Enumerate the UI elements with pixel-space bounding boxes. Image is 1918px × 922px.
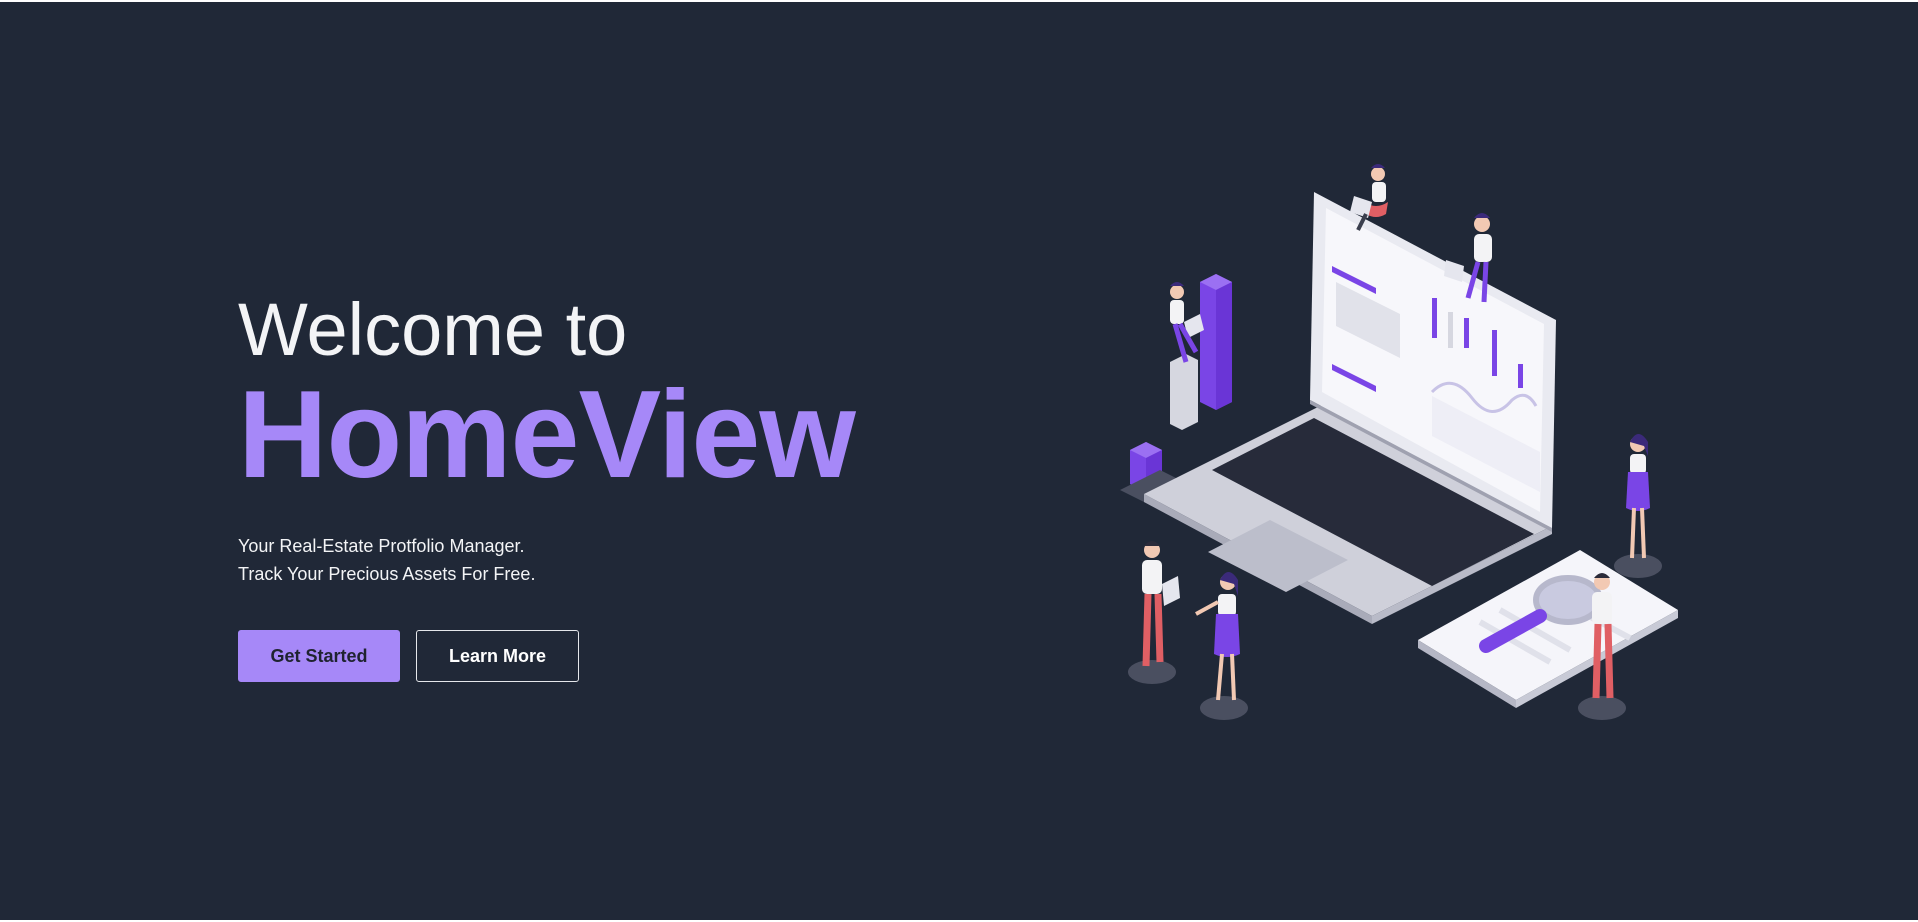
- learn-more-button[interactable]: Learn More: [416, 630, 579, 682]
- tagline: Your Real-Estate Protfolio Manager. Trac…: [238, 532, 938, 588]
- get-started-button[interactable]: Get Started: [238, 630, 400, 682]
- person-sitting-1: [1170, 282, 1204, 363]
- tagline-line-2: Track Your Precious Assets For Free.: [238, 564, 536, 584]
- person-standing-man-left: [1128, 541, 1180, 684]
- landing-page: Welcome to HomeView Your Real-Estate Pro…: [0, 2, 1918, 920]
- cta-buttons: Get Started Learn More: [238, 630, 579, 682]
- laptop-analytics-illustration-icon: [1120, 164, 1678, 720]
- tagline-line-1: Your Real-Estate Protfolio Manager.: [238, 536, 525, 556]
- brand-title: HomeView: [238, 366, 856, 504]
- hero-text: Welcome to HomeView Your Real-Estate Pro…: [238, 288, 938, 588]
- welcome-heading: Welcome to: [238, 288, 628, 371]
- laptop: [1144, 192, 1556, 624]
- person-standing-woman-right: [1614, 434, 1662, 578]
- person-standing-woman-left: [1195, 572, 1248, 720]
